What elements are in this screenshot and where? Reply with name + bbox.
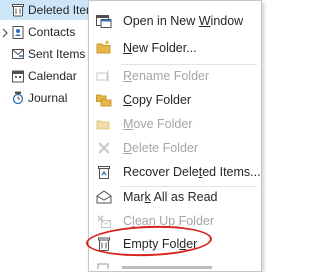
folder-item-sent-items[interactable]: Sent Items <box>0 44 100 64</box>
folder-item-journal[interactable]: Journal <box>0 88 100 108</box>
menu-item-label: Copy Folder <box>123 93 192 107</box>
envelope-open-icon <box>95 188 113 206</box>
menu-item-label: Move Folder <box>123 117 193 131</box>
copy-folder-icon <box>95 91 113 109</box>
rename-icon <box>95 67 113 85</box>
clean-up-icon <box>95 212 113 230</box>
folder-item-contacts[interactable]: Contacts <box>0 22 100 42</box>
menu-item-copy-folder[interactable]: Copy Folder <box>89 87 261 113</box>
chevron-right-icon[interactable] <box>1 27 9 38</box>
folder-item-calendar[interactable]: Calendar <box>0 66 100 86</box>
menu-item-rename-folder[interactable]: Rename Folder <box>89 63 261 89</box>
menu-item-label: New Folder... <box>123 41 197 55</box>
recover-items-icon <box>95 163 113 181</box>
contacts-icon <box>10 24 26 40</box>
menu-item-recover-deleted-items[interactable]: Recover Deleted Items... <box>89 159 261 185</box>
menu-item-new-folder[interactable]: New Folder... <box>89 35 261 61</box>
menu-item-move-folder[interactable]: Move Folder <box>89 111 261 137</box>
menu-item-label: Delete Folder <box>123 141 199 155</box>
menu-item-mark-all-as-read[interactable]: Mark All as Read <box>89 184 261 210</box>
folder-label: Sent Items <box>28 47 86 61</box>
folder-label: Calendar <box>28 69 77 83</box>
calendar-icon <box>10 68 26 84</box>
menu-item-delete-folder[interactable]: Delete Folder <box>89 135 261 161</box>
journal-icon <box>10 90 26 106</box>
folder-item-deleted-items[interactable]: Deleted Items <box>0 0 102 20</box>
folder-label: Contacts <box>28 25 76 39</box>
folder-label: Journal <box>28 91 68 105</box>
sent-items-icon <box>10 46 26 62</box>
trash-folder-icon <box>10 2 26 18</box>
folder-pane: Deleted Items Contacts Sent Items Calend… <box>0 0 102 265</box>
menu-item-label: Mark All as Read <box>123 190 218 204</box>
menu-item-open-in-new-window[interactable]: Open in New Window <box>89 8 261 34</box>
menu-item-partial <box>88 259 260 269</box>
menu-item-label: Recover Deleted Items... <box>123 165 261 179</box>
menu-item-label: Open in New Window <box>123 14 244 28</box>
move-folder-icon <box>95 115 113 133</box>
new-window-icon <box>95 12 113 30</box>
new-folder-icon <box>95 39 113 57</box>
menu-item-label: Rename Folder <box>123 69 210 83</box>
delete-icon <box>95 139 113 157</box>
